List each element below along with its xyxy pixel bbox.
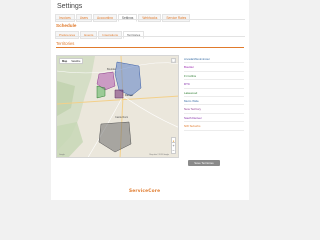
subtab-territories[interactable]: Territories	[123, 31, 145, 39]
tab-service-rates[interactable]: Service Rates	[162, 14, 191, 22]
page-title: Settings	[57, 3, 83, 10]
subtab-events[interactable]: Events	[80, 31, 98, 39]
svg-text:Boulder: Boulder	[107, 67, 116, 71]
territory-item[interactable]: South Denver	[184, 114, 244, 123]
top-tabs-divider	[55, 19, 245, 20]
tab-accounting[interactable]: Accounting	[93, 14, 117, 22]
settings-page: Settings Invoices Users Accounting Setti…	[51, 0, 249, 200]
territory-item[interactable]: Lakewood	[184, 89, 244, 97]
subtab-integrations[interactable]: Integrations	[98, 31, 123, 39]
save-territories-button[interactable]: Save Territories	[188, 160, 220, 166]
map-data-attribution: Map data ©2018 Google	[149, 154, 169, 156]
territory-map[interactable]: Boulder Denver Castle Rock Map Satellite…	[56, 55, 179, 158]
territory-item[interactable]: Arvada/Westminster	[184, 55, 244, 64]
svg-text:Castle Rock: Castle Rock	[115, 116, 129, 119]
tab-settings[interactable]: Settings	[117, 14, 138, 22]
territory-item[interactable]: Ft Collins	[184, 72, 244, 81]
tab-invoices[interactable]: Invoices	[55, 14, 75, 22]
svg-text:Denver: Denver	[125, 93, 133, 97]
territory-polygon-metro	[114, 89, 124, 99]
section-title: Schedule	[56, 23, 77, 28]
territory-item[interactable]: Metro Wide	[184, 97, 244, 106]
sub-tabs-divider	[55, 36, 245, 37]
zoom-controls: + −	[171, 142, 176, 154]
tab-users[interactable]: Users	[75, 14, 93, 22]
territory-item[interactable]: NW Suburbs	[184, 122, 244, 131]
map-attribution: Google	[59, 154, 65, 156]
territory-item[interactable]: Boulder	[184, 63, 244, 72]
territory-item[interactable]: DTC	[184, 80, 244, 89]
top-tabs: Invoices Users Accounting Settings Webho…	[55, 14, 191, 22]
fullscreen-icon[interactable]: ⛶	[171, 58, 176, 63]
territory-item[interactable]: New Territory	[184, 105, 244, 114]
territory-list: Arvada/Westminster Boulder Ft Collins DT…	[184, 55, 244, 131]
sub-tabs: Preferences Events Integrations Territor…	[55, 31, 145, 39]
subtab-preferences[interactable]: Preferences	[55, 31, 80, 39]
territories-heading: Territories	[56, 41, 75, 46]
territories-rule	[56, 47, 244, 48]
map-canvas[interactable]: Boulder Denver Castle Rock	[57, 56, 179, 158]
servicecore-logo: ServiceCore	[129, 189, 161, 194]
zoom-out-button[interactable]: −	[172, 148, 175, 153]
tab-webhooks[interactable]: Webhooks	[138, 14, 162, 22]
territory-polygon-lakewood	[96, 85, 106, 99]
map-type-map[interactable]: Map	[60, 59, 69, 63]
map-type-toggle: Map Satellite	[59, 58, 84, 65]
map-type-satellite[interactable]: Satellite	[69, 59, 82, 63]
